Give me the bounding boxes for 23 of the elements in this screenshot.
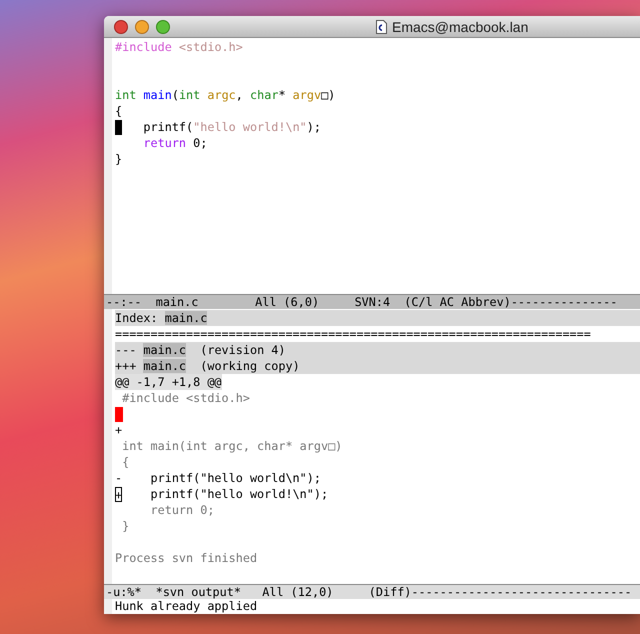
- code-line: {: [115, 103, 122, 119]
- context-line: }: [121, 518, 130, 534]
- context-line: #include <stdio.h>: [121, 390, 250, 406]
- code-line: printf("hello world!\n");: [142, 119, 321, 135]
- close-button[interactable]: [114, 20, 128, 34]
- minimize-button[interactable]: [135, 20, 149, 34]
- echo-message: Hunk already applied: [104, 599, 640, 614]
- context-line: {: [121, 454, 130, 470]
- context-line: int main(int argc, char* argv□): [121, 438, 342, 454]
- added-line: +: [115, 422, 122, 438]
- added-line: printf("hello world!\n");: [150, 486, 328, 502]
- status-message: Process svn finished: [115, 550, 258, 566]
- removed-line: - printf("hello world\n");: [115, 470, 321, 486]
- code-line: int main(int argc, char* argv□): [115, 87, 336, 103]
- context-line: return 0;: [150, 502, 214, 518]
- document-icon: [376, 20, 387, 34]
- code-line: #include <stdio.h>: [115, 39, 243, 55]
- code-line: }: [115, 151, 122, 167]
- code-line: return 0;: [142, 135, 208, 151]
- hunk-header: @@ -1,7 +1,8 @@: [115, 374, 222, 390]
- window-title: Emacs@macbook.lan: [392, 18, 528, 34]
- separator-line: ===================================================================: [115, 326, 591, 342]
- zoom-button[interactable]: [156, 20, 170, 34]
